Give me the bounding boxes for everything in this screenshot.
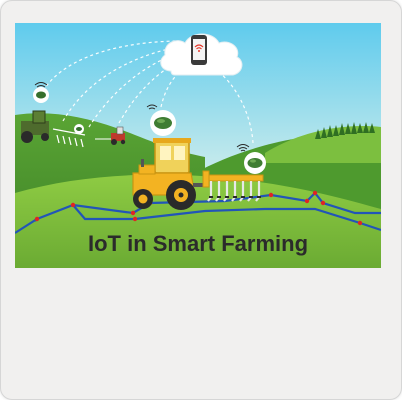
sensor-node-icon — [150, 110, 176, 136]
caption: IoT in Smart Farming — [88, 231, 308, 256]
sensor-node-icon — [74, 124, 84, 134]
image-card: IoT in Smart Farming — [0, 0, 402, 400]
smartphone-icon — [191, 35, 207, 65]
sensor-node-icon — [33, 87, 49, 103]
sensor-node-icon — [244, 152, 266, 174]
iot-smart-farming-illustration: IoT in Smart Farming — [15, 23, 381, 268]
